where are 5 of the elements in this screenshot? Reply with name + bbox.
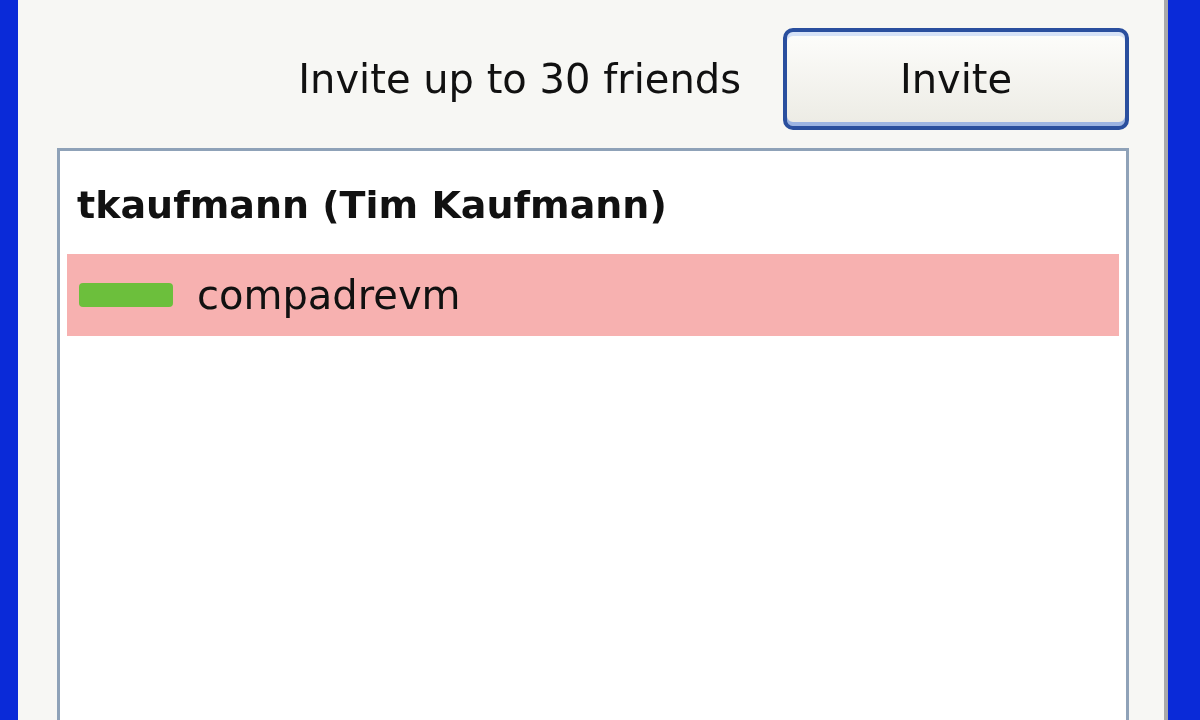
- invite-limit-label: Invite up to 30 friends: [298, 55, 741, 104]
- contact-name: compadrevm: [197, 271, 461, 320]
- contact-row[interactable]: compadrevm: [67, 254, 1119, 336]
- invite-button[interactable]: Invite: [783, 28, 1129, 130]
- account-name: tkaufmann (Tim Kaufmann): [76, 182, 668, 229]
